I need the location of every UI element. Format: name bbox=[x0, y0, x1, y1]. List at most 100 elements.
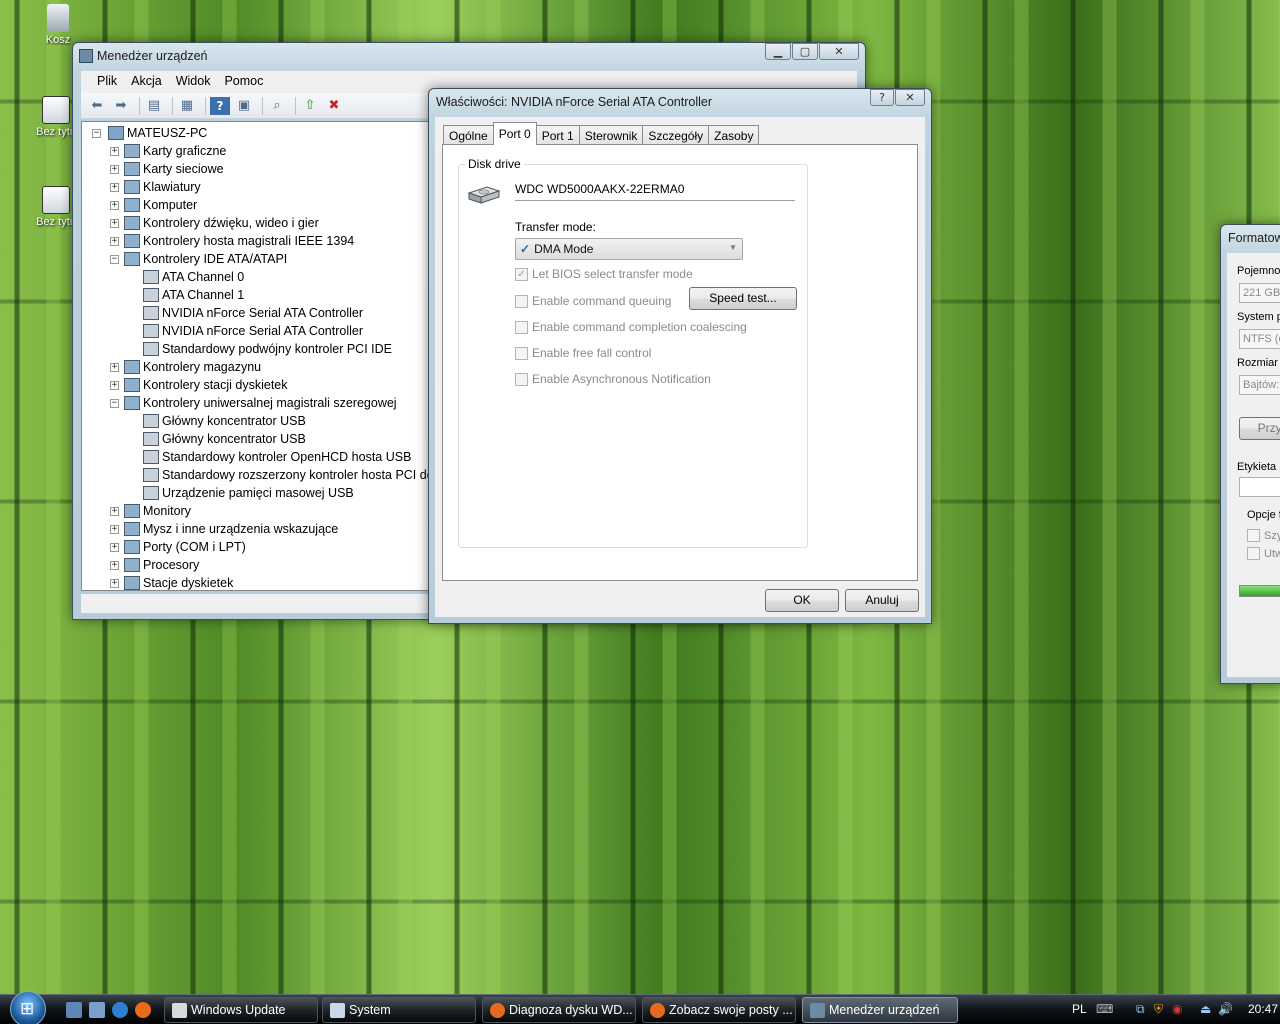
tree-item[interactable]: ATA Channel 1 bbox=[143, 286, 244, 304]
capacity-select[interactable]: 221 GB bbox=[1239, 283, 1280, 303]
expand-icon[interactable]: + bbox=[110, 561, 119, 570]
taskbar-button-windows-update[interactable]: Windows Update bbox=[164, 997, 318, 1023]
tab-resources[interactable]: Zasoby bbox=[708, 125, 760, 145]
show-desktop-icon[interactable] bbox=[66, 1002, 82, 1018]
expand-icon[interactable]: + bbox=[110, 219, 119, 228]
format-titlebar[interactable]: Formatow bbox=[1221, 225, 1280, 251]
tab-port-1[interactable]: Port 1 bbox=[535, 125, 580, 145]
tree-item[interactable]: Główny koncentrator USB bbox=[143, 412, 306, 430]
cancel-button[interactable]: Anuluj bbox=[845, 589, 919, 612]
tab-details[interactable]: Szczegóły bbox=[642, 125, 710, 145]
tree-item[interactable]: Kontrolery IDE ATA/ATAPI bbox=[124, 250, 287, 268]
help-button[interactable]: ? bbox=[870, 89, 894, 106]
checkbox[interactable] bbox=[515, 320, 528, 334]
tree-item[interactable]: Mysz i inne urządzenia wskazujące bbox=[124, 520, 338, 538]
expand-icon[interactable]: + bbox=[110, 543, 119, 552]
maximize-button[interactable]: ▢ bbox=[792, 43, 818, 60]
volume-label-input[interactable] bbox=[1239, 477, 1280, 497]
collapse-icon[interactable]: − bbox=[110, 255, 119, 264]
uninstall-icon[interactable]: ✖ bbox=[324, 97, 344, 115]
checkbox-completion-coalescing[interactable]: Enable command completion coalescing bbox=[515, 320, 747, 334]
expand-icon[interactable]: + bbox=[110, 201, 119, 210]
tree-item[interactable]: Klawiatury bbox=[124, 178, 201, 196]
menu-plik[interactable]: Plik bbox=[90, 71, 124, 93]
network-icon[interactable]: ⧉ bbox=[1136, 1002, 1145, 1017]
taskbar-button-diagnoza[interactable]: Diagnoza dysku WD... bbox=[482, 997, 636, 1023]
allocation-size-select[interactable]: Bajtów: bbox=[1239, 375, 1280, 395]
checkbox-free-fall-control[interactable]: Enable free fall control bbox=[515, 346, 651, 360]
safely-remove-icon[interactable]: ⏏ bbox=[1200, 1002, 1211, 1016]
tree-item[interactable]: Kontrolery dźwięku, wideo i gier bbox=[124, 214, 319, 232]
expand-icon[interactable]: + bbox=[110, 381, 119, 390]
show-hide-tree-icon[interactable]: ▤ bbox=[144, 97, 164, 115]
tree-item[interactable]: NVIDIA nForce Serial ATA Controller bbox=[143, 322, 363, 340]
antivirus-icon[interactable]: ◉ bbox=[1172, 1002, 1182, 1016]
tree-item[interactable]: Urządzenie pamięci masowej USB bbox=[143, 484, 354, 502]
desktop-icon-recycle-bin[interactable]: Kosz bbox=[28, 4, 88, 46]
speed-test-button[interactable]: Speed test... bbox=[689, 287, 797, 310]
menu-widok[interactable]: Widok bbox=[169, 71, 218, 93]
tree-item[interactable]: Kontrolery magazynu bbox=[124, 358, 261, 376]
expand-icon[interactable]: + bbox=[110, 507, 119, 516]
scan-hardware-icon[interactable]: ⌕ bbox=[267, 97, 287, 115]
security-shield-icon[interactable]: ⛨ bbox=[1154, 1002, 1163, 1017]
tab-port-0[interactable]: Port 0 bbox=[492, 122, 537, 145]
checkbox-bios-transfer-mode[interactable]: ✓ Let BIOS select transfer mode bbox=[515, 267, 693, 281]
tree-item[interactable]: Monitory bbox=[124, 502, 191, 520]
taskbar-button-zobacz[interactable]: Zobacz swoje posty ... bbox=[642, 997, 796, 1023]
checkbox[interactable]: ✓ bbox=[515, 267, 528, 281]
minimize-button[interactable]: ▁ bbox=[765, 43, 791, 60]
back-arrow-icon[interactable]: ⬅ bbox=[87, 97, 107, 115]
expand-icon[interactable]: + bbox=[110, 183, 119, 192]
tab-general[interactable]: Ogólne bbox=[443, 125, 494, 145]
create-disk-option[interactable]: Utw bbox=[1247, 547, 1280, 560]
tab-driver[interactable]: Sterownik bbox=[578, 125, 644, 145]
device-manager-titlebar[interactable]: Menedżer urządzeń ▁ ▢ ✕ bbox=[73, 43, 865, 69]
quick-format-option[interactable]: Szyb bbox=[1247, 529, 1280, 542]
tree-item[interactable]: Procesory bbox=[124, 556, 199, 574]
checkbox-command-queuing[interactable]: Enable command queuing bbox=[515, 294, 671, 308]
internet-explorer-icon[interactable] bbox=[112, 1002, 128, 1018]
clock[interactable]: 20:47 bbox=[1248, 1002, 1278, 1016]
menu-pomoc[interactable]: Pomoc bbox=[217, 71, 270, 93]
update-driver-icon[interactable]: ⇧ bbox=[300, 97, 320, 115]
checkbox[interactable] bbox=[515, 346, 528, 360]
checkbox[interactable] bbox=[515, 294, 528, 308]
forward-arrow-icon[interactable]: ➡ bbox=[111, 97, 131, 115]
switch-windows-icon[interactable] bbox=[89, 1002, 105, 1018]
properties-titlebar[interactable]: Właściwości: NVIDIA nForce Serial ATA Co… bbox=[429, 89, 931, 115]
tree-item[interactable]: Kontrolery hosta magistrali IEEE 1394 bbox=[124, 232, 354, 250]
ok-button[interactable]: OK bbox=[765, 589, 839, 612]
tree-item[interactable]: Komputer bbox=[124, 196, 197, 214]
close-button[interactable]: ✕ bbox=[895, 89, 925, 106]
tree-item[interactable]: Standardowy kontroler OpenHCD hosta USB bbox=[143, 448, 411, 466]
tree-item[interactable]: Standardowy podwójny kontroler PCI IDE bbox=[143, 340, 392, 358]
tree-item[interactable]: Kontrolery stacji dyskietek bbox=[124, 376, 288, 394]
tree-item[interactable]: Porty (COM i LPT) bbox=[124, 538, 246, 556]
taskbar-button-system[interactable]: System bbox=[322, 997, 476, 1023]
tree-item[interactable]: Karty sieciowe bbox=[124, 160, 224, 178]
tree-item[interactable]: Standardowy rozszerzony kontroler hosta … bbox=[143, 466, 438, 484]
transfer-mode-select[interactable]: ✓ DMA Mode ▼ bbox=[515, 238, 743, 260]
tree-item[interactable]: Karty graficzne bbox=[124, 142, 226, 160]
tree-item[interactable]: Główny koncentrator USB bbox=[143, 430, 306, 448]
expand-icon[interactable]: + bbox=[110, 525, 119, 534]
expand-icon[interactable]: + bbox=[110, 147, 119, 156]
checkbox[interactable] bbox=[1247, 529, 1260, 542]
language-indicator[interactable]: PL bbox=[1072, 1002, 1087, 1016]
keyboard-icon[interactable]: ⌨ bbox=[1096, 1002, 1113, 1016]
checkbox-async-notification[interactable]: Enable Asynchronous Notification bbox=[515, 372, 711, 386]
tree-item[interactable]: NVIDIA nForce Serial ATA Controller bbox=[143, 304, 363, 322]
tree-item[interactable]: Stacje dyskietek bbox=[124, 574, 233, 590]
expand-icon[interactable]: + bbox=[110, 237, 119, 246]
checkbox[interactable] bbox=[1247, 547, 1260, 560]
collapse-icon[interactable]: − bbox=[110, 399, 119, 408]
checkbox[interactable] bbox=[515, 372, 528, 386]
start-button[interactable]: ⊞ bbox=[10, 991, 46, 1024]
view-icon[interactable]: ▣ bbox=[234, 97, 254, 115]
tree-root[interactable]: MATEUSZ-PC bbox=[108, 124, 207, 142]
collapse-icon[interactable]: − bbox=[92, 129, 101, 138]
expand-icon[interactable]: + bbox=[110, 165, 119, 174]
volume-icon[interactable]: 🔊 bbox=[1218, 1002, 1233, 1016]
restore-defaults-button[interactable]: Przyw bbox=[1239, 417, 1280, 440]
